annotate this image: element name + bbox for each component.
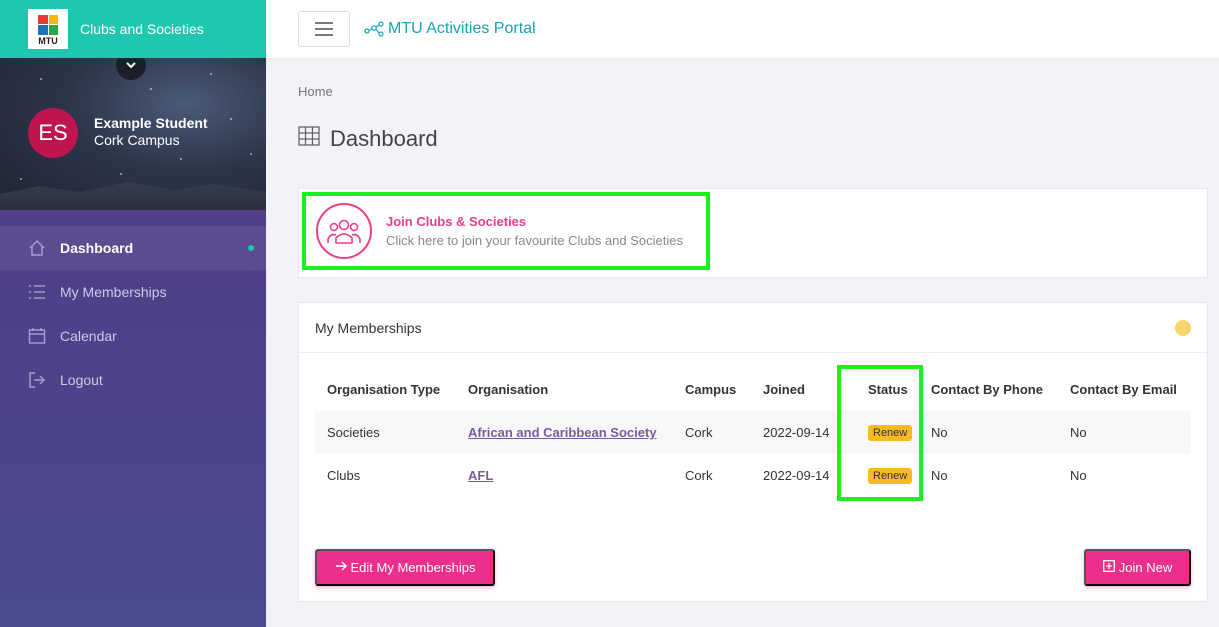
cell-joined: 2022-09-14 — [751, 411, 848, 454]
cell-contact-email: No — [1070, 468, 1087, 483]
cell-contact-phone: No — [931, 468, 948, 483]
plus-square-icon — [1102, 560, 1115, 575]
memberships-header: My Memberships — [299, 303, 1207, 353]
join-clubs-subtitle: Click here to join your favourite Clubs … — [386, 233, 683, 248]
network-icon — [364, 21, 384, 37]
app-title: Clubs and Societies — [80, 21, 204, 37]
memberships-card: My Memberships Organisation Type Organis… — [298, 302, 1208, 602]
page-title-text: Dashboard — [330, 126, 438, 151]
organisation-link[interactable]: African and Caribbean Society — [468, 425, 657, 440]
sidebar-item-label: My Memberships — [60, 284, 167, 300]
status-badge[interactable]: Renew — [868, 468, 913, 484]
cell-joined: 2022-09-14 — [763, 468, 830, 483]
sidebar-item-calendar[interactable]: Calendar — [0, 314, 266, 358]
column-header[interactable]: Status — [848, 367, 919, 411]
cell-org-type: Clubs — [327, 468, 361, 483]
table-row: Clubs AFL Cork 2022-09-14 Renew No No — [315, 454, 1191, 497]
breadcrumb[interactable]: Home — [298, 84, 333, 99]
avatar[interactable]: ES — [28, 108, 78, 158]
cell-contact-email: No — [1058, 411, 1191, 454]
join-clubs-card: Join Clubs & Societies Click here to joi… — [298, 188, 1208, 278]
column-header[interactable]: Contact By Email — [1058, 367, 1191, 411]
column-header[interactable]: Organisation Type — [315, 367, 456, 411]
table-icon — [298, 126, 320, 152]
menu-toggle-button[interactable] — [298, 11, 350, 47]
calendar-icon — [28, 327, 46, 345]
arrow-right-icon — [335, 560, 347, 575]
portal-link[interactable]: MTU Activities Portal — [364, 20, 536, 38]
sidebar-item-dashboard[interactable]: Dashboard — [0, 226, 266, 270]
crest-icon — [38, 14, 58, 35]
sidebar-item-my-memberships[interactable]: My Memberships — [0, 270, 266, 314]
sidebar-item-label: Dashboard — [60, 240, 134, 256]
logout-icon — [28, 371, 46, 389]
main-content: Home Dashboard Join Clubs & Societies Cl… — [266, 58, 1219, 627]
sidebar-item-logout[interactable]: Logout — [0, 358, 266, 402]
join-clubs-link[interactable]: Join Clubs & Societies Click here to joi… — [302, 192, 710, 270]
list-icon — [28, 283, 46, 301]
mtu-logo[interactable]: MTU — [28, 9, 68, 49]
sidebar-nav: Dashboard My Memberships Calendar Logout — [0, 226, 266, 402]
cell-campus: Cork — [685, 468, 713, 483]
memberships-title: My Memberships — [315, 319, 422, 336]
join-new-label: Join New — [1118, 560, 1173, 575]
join-new-button[interactable]: Join New — [1084, 549, 1191, 586]
logo-text: MTU — [38, 35, 58, 46]
memberships-table: Organisation Type Organisation Campus Jo… — [315, 367, 1191, 497]
table-row: Societies African and Caribbean Society … — [315, 411, 1191, 454]
active-indicator — [248, 245, 254, 251]
page-title: Dashboard — [298, 126, 438, 152]
portal-title: MTU Activities Portal — [388, 20, 536, 37]
cell-org-type: Societies — [315, 411, 456, 454]
cell-campus: Cork — [673, 411, 751, 454]
status-badge[interactable]: Renew — [868, 425, 913, 441]
sidebar: MTU Clubs and Societies ES Example Stude… — [0, 0, 266, 627]
column-header[interactable]: Joined — [751, 367, 848, 411]
chevron-down-icon[interactable] — [116, 58, 146, 80]
status-indicator-icon — [1175, 320, 1191, 336]
brand-bar: MTU Clubs and Societies — [0, 0, 266, 58]
user-name: Example Student — [94, 115, 208, 131]
column-header[interactable]: Organisation — [456, 367, 673, 411]
home-icon — [28, 239, 46, 257]
table-header-row: Organisation Type Organisation Campus Jo… — [315, 367, 1191, 411]
edit-memberships-label: Edit My Memberships — [350, 560, 476, 575]
user-profile-panel: ES Example Student Cork Campus — [0, 58, 266, 210]
top-bar: MTU Activities Portal — [266, 0, 1219, 58]
cell-contact-phone: No — [919, 411, 1058, 454]
hamburger-icon — [315, 22, 333, 24]
join-clubs-title: Join Clubs & Societies — [386, 214, 527, 229]
group-icon — [316, 203, 372, 259]
column-header[interactable]: Contact By Phone — [919, 367, 1058, 411]
edit-memberships-button[interactable]: Edit My Memberships — [315, 549, 495, 586]
sidebar-item-label: Calendar — [60, 328, 117, 344]
sidebar-item-label: Logout — [60, 372, 103, 388]
organisation-link[interactable]: AFL — [468, 468, 493, 483]
user-campus: Cork Campus — [94, 132, 180, 148]
landscape-decoration — [0, 182, 266, 210]
column-header[interactable]: Campus — [673, 367, 751, 411]
